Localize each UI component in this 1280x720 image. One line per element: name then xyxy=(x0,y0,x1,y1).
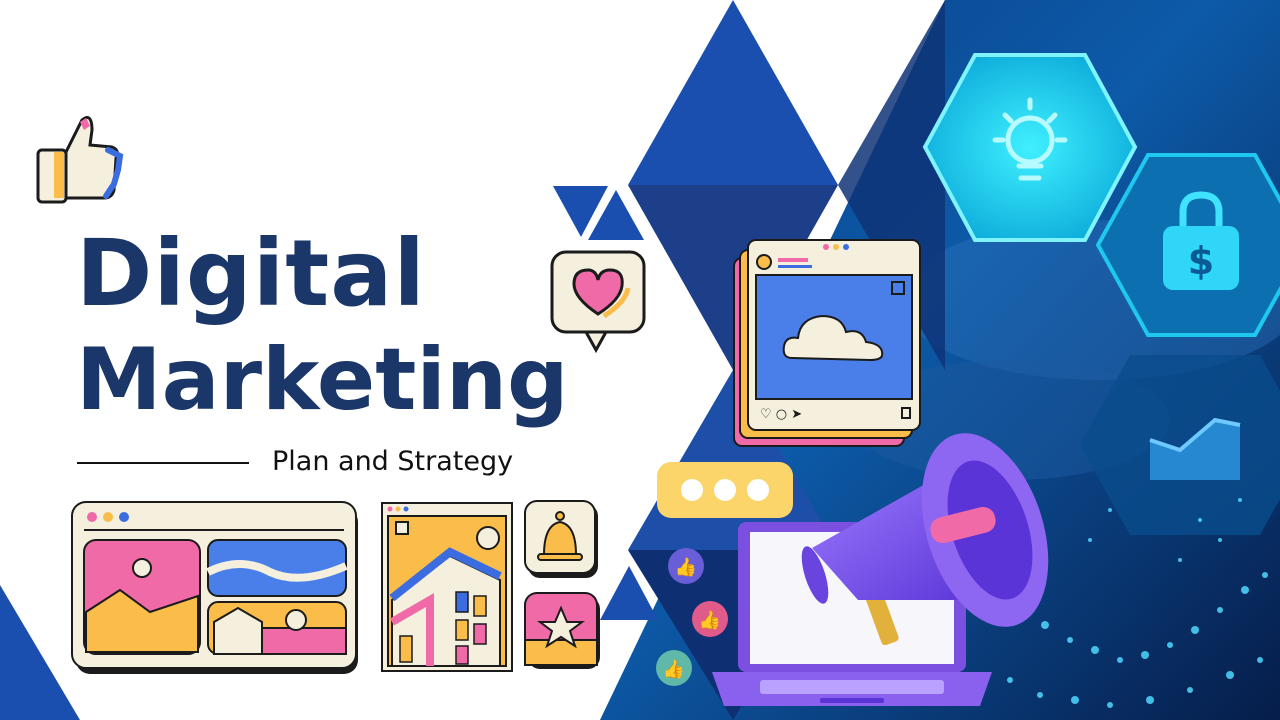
browser-window-illustration xyxy=(71,501,358,674)
star-tile xyxy=(524,592,600,669)
social-post-card: ♡ ○ ➤ xyxy=(733,239,921,447)
like-bubble-purple: 👍 xyxy=(668,548,704,584)
title-line-2: Marketing xyxy=(76,330,569,430)
like-bubble-teal: 👍 xyxy=(656,650,692,686)
svg-text:👍: 👍 xyxy=(663,658,685,680)
triangle-corner xyxy=(0,585,80,720)
triangle-top xyxy=(628,0,838,185)
svg-text:♡ ○ ➤: ♡ ○ ➤ xyxy=(760,407,802,422)
subtitle-rule xyxy=(77,462,249,464)
typing-dots-icon xyxy=(657,462,793,518)
slide-canvas: $ ♡ ○ ➤ 👍 👍 👍 Digital Marketing Plan and… xyxy=(0,0,1280,720)
svg-text:$: $ xyxy=(1188,239,1214,283)
subtitle: Plan and Strategy xyxy=(272,446,514,477)
bell-tile xyxy=(524,500,598,578)
svg-text:👍: 👍 xyxy=(699,609,721,631)
like-bubble-pink: 👍 xyxy=(692,601,728,637)
building-window-illustration xyxy=(381,502,513,672)
thumbs-up-icon xyxy=(36,116,124,204)
title-line-1: Digital xyxy=(76,220,426,327)
svg-text:👍: 👍 xyxy=(675,556,697,578)
